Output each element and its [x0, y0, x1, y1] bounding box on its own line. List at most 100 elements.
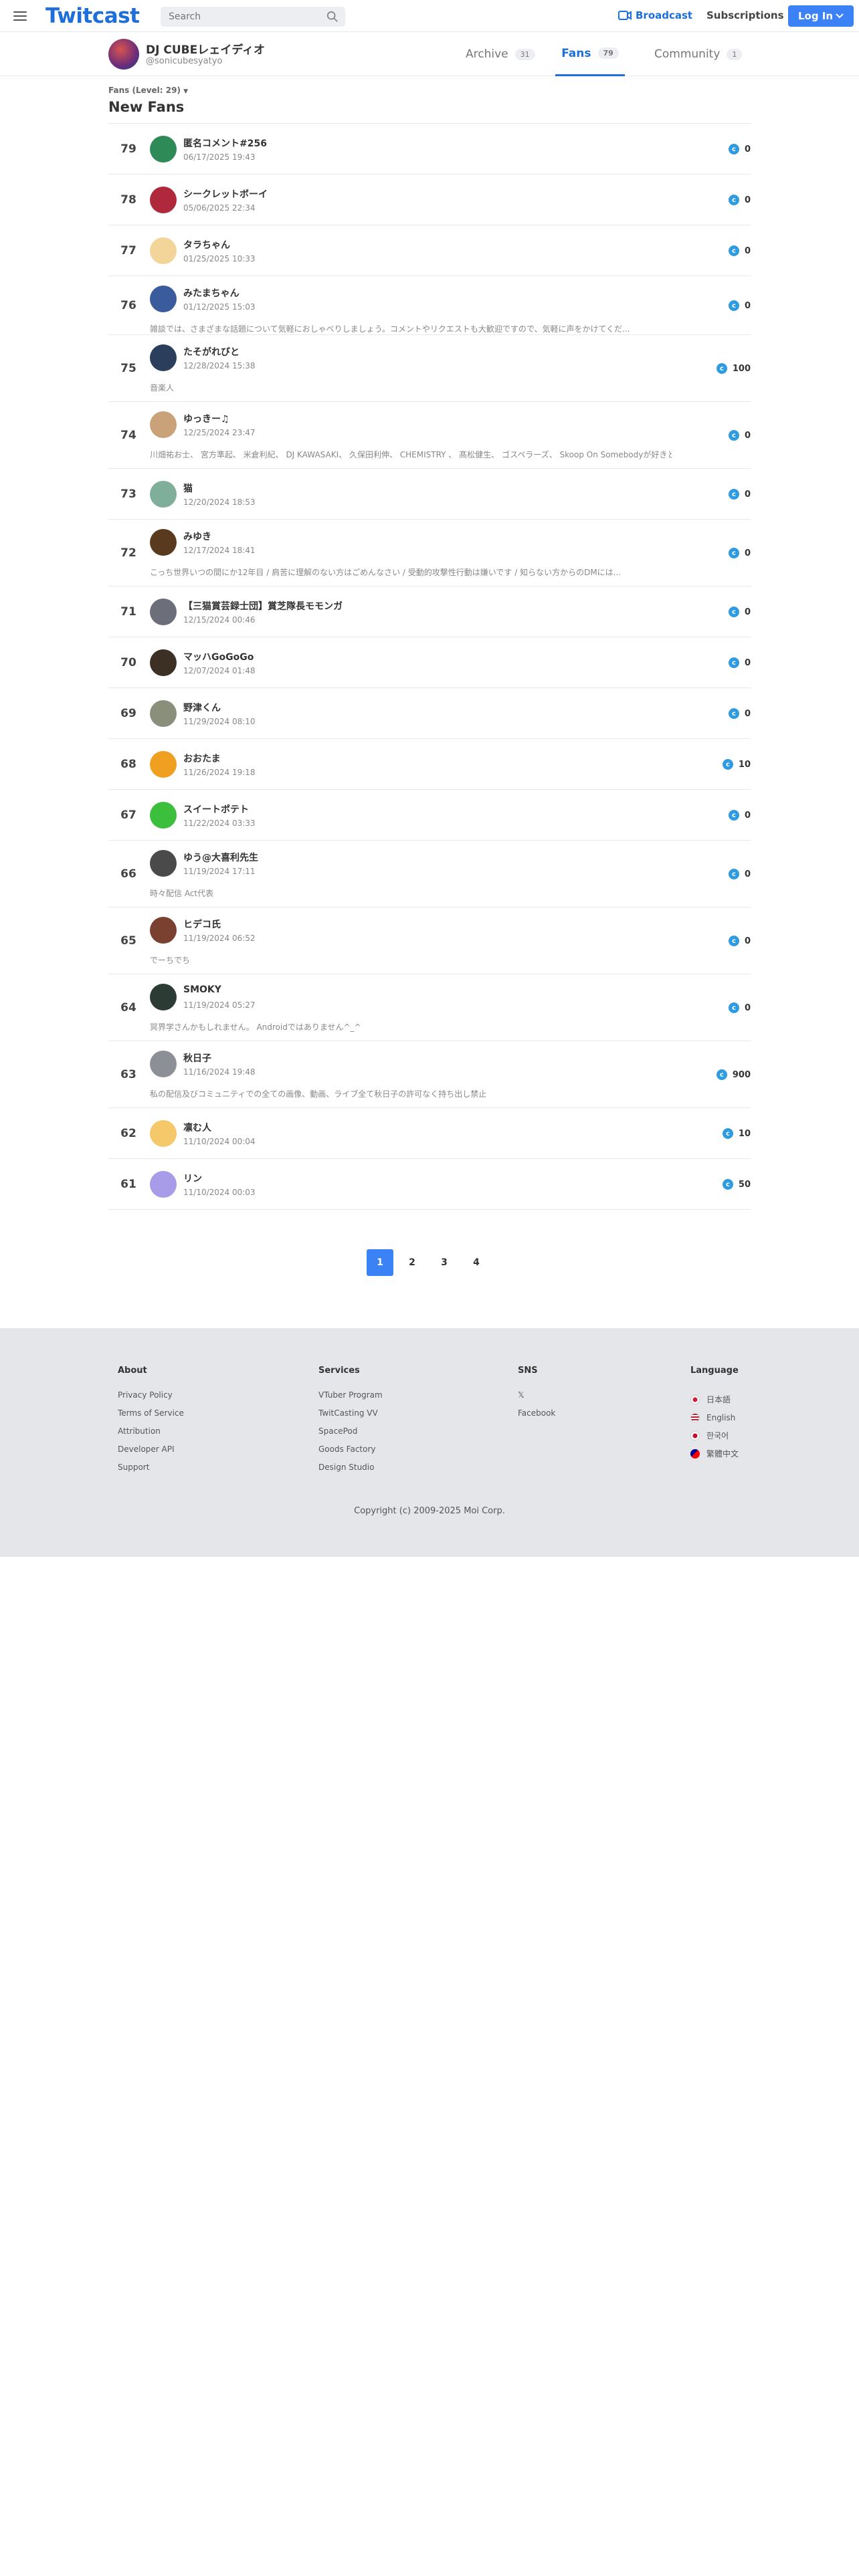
footer-link-vtuber[interactable]: VTuber Program: [318, 1390, 383, 1408]
fan-row[interactable]: 76 みたまちゃん 01/12/2025 15:03 雑談では、さまざまな話題について…: [108, 276, 751, 335]
fan-avatar[interactable]: [150, 850, 177, 877]
channel-avatar[interactable]: [108, 39, 139, 70]
fan-row[interactable]: 63 秋日子 11/16/2024 19:48 私の配信及びコミュニティでの全ての画像…: [108, 1041, 751, 1108]
footer-link-x[interactable]: 𝕏: [518, 1390, 555, 1408]
fan-avatar[interactable]: [150, 917, 177, 944]
page-2-button[interactable]: 2: [399, 1249, 425, 1276]
fan-row[interactable]: 70 マッハGoGoGo 12/07/2024 01:48 c 0: [108, 637, 751, 688]
fan-name[interactable]: たそがれびと: [183, 345, 240, 358]
fan-name[interactable]: ゆっきー♫: [183, 412, 229, 425]
fan-row[interactable]: 73 猫 12/20/2024 18:53 c 0: [108, 469, 751, 520]
language-english[interactable]: English: [690, 1408, 739, 1426]
footer-link-attribution[interactable]: Attribution: [118, 1426, 184, 1444]
fan-name[interactable]: 凛む人: [183, 1121, 211, 1134]
fan-avatar[interactable]: [150, 1171, 177, 1198]
fan-avatar[interactable]: [150, 136, 177, 163]
footer-link-terms[interactable]: Terms of Service: [118, 1408, 184, 1426]
fan-row[interactable]: 71 【三猫賞芸録士団】賞芝隊長モモンガ 12/15/2024 00:46 c 0: [108, 586, 751, 637]
fan-points: c 100: [716, 363, 751, 374]
fan-name[interactable]: シークレットボーイ: [183, 187, 268, 201]
footer-link-facebook[interactable]: Facebook: [518, 1408, 555, 1426]
fan-name[interactable]: 匿名コメント#256: [183, 136, 267, 150]
language-japanese[interactable]: 日本語: [690, 1390, 739, 1408]
tab-archive[interactable]: Archive 31: [466, 32, 535, 76]
fan-name[interactable]: リン: [183, 1172, 202, 1185]
fan-name[interactable]: みたまちゃん: [183, 286, 240, 300]
fan-name[interactable]: ヒデコ氏: [183, 918, 221, 931]
footer-link-spacepod[interactable]: SpacePod: [318, 1426, 383, 1444]
fan-row[interactable]: 74 ゆっきー♫ 12/25/2024 23:47 川畑祐お士、 宮方準起、 米倉利紀…: [108, 402, 751, 469]
fan-level-dropdown[interactable]: Fans (Level: 29) ▼: [108, 86, 188, 95]
page-3-button[interactable]: 3: [431, 1249, 458, 1276]
fan-name[interactable]: おおたま: [183, 752, 221, 765]
fan-name[interactable]: SMOKY: [183, 984, 221, 995]
coin-icon: c: [722, 1128, 733, 1139]
fan-avatar[interactable]: [150, 1120, 177, 1147]
fan-row[interactable]: 75 たそがれびと 12/28/2024 15:38 音楽人 c 100: [108, 335, 751, 402]
fan-name[interactable]: 秋日子: [183, 1051, 211, 1065]
fan-row[interactable]: 67 スイートポテト 11/22/2024 03:33 c 0: [108, 790, 751, 841]
fan-name[interactable]: みゆき: [183, 530, 211, 543]
fan-avatar[interactable]: [150, 529, 177, 556]
subscriptions-link[interactable]: Subscriptions: [706, 9, 784, 21]
fan-avatar[interactable]: [150, 649, 177, 676]
fan-avatar[interactable]: [150, 237, 177, 264]
fan-row[interactable]: 68 おおたま 11/26/2024 19:18 c 10: [108, 739, 751, 790]
fan-name[interactable]: 野津くん: [183, 701, 221, 714]
fan-avatar[interactable]: [150, 344, 177, 371]
fan-name[interactable]: 【三猫賞芸録士団】賞芝隊長モモンガ: [183, 599, 343, 613]
fan-name[interactable]: スイートポテト: [183, 802, 249, 816]
fan-avatar[interactable]: [150, 802, 177, 829]
fan-avatar[interactable]: [150, 481, 177, 508]
search-box[interactable]: [161, 7, 345, 27]
footer-link-design[interactable]: Design Studio: [318, 1463, 383, 1481]
hamburger-menu-icon[interactable]: [12, 9, 28, 23]
fan-row[interactable]: 77 タラちゃん 01/25/2025 10:33 c 0: [108, 225, 751, 276]
fan-avatar[interactable]: [150, 1051, 177, 1077]
fan-name[interactable]: ゆう@大喜利先生: [183, 851, 258, 864]
fan-points: c0: [728, 936, 751, 946]
fan-rank: 62: [120, 1127, 136, 1140]
fan-row[interactable]: 64 SMOKY 11/19/2024 05:27 冥界学さんかもしれません。 And…: [108, 974, 751, 1041]
fan-avatar[interactable]: [150, 286, 177, 312]
fan-avatar[interactable]: [150, 411, 177, 438]
fan-date: 12/20/2024 18:53: [183, 498, 256, 507]
fan-row[interactable]: 66 ゆう@大喜利先生 11/19/2024 17:11 時々配信 Act代表 c 0: [108, 841, 751, 907]
fan-avatar[interactable]: [150, 187, 177, 213]
page-1-button[interactable]: 1: [367, 1249, 393, 1276]
page-title: New Fans: [108, 99, 185, 115]
page-4-button[interactable]: 4: [463, 1249, 490, 1276]
fan-name[interactable]: タラちゃん: [183, 238, 230, 251]
footer-link-developer-api[interactable]: Developer API: [118, 1444, 184, 1463]
fan-row[interactable]: 69 野津くん 11/29/2024 08:10 c 0: [108, 688, 751, 739]
fan-avatar[interactable]: [150, 751, 177, 778]
tab-community[interactable]: Community 1: [654, 32, 743, 76]
profile-bar: DJ CUBEレェイディオ @sonicubesyatyo Archive 31…: [0, 32, 859, 76]
broadcast-button[interactable]: Broadcast: [618, 9, 692, 21]
tab-fans[interactable]: Fans 79: [555, 32, 625, 76]
search-input[interactable]: [161, 7, 314, 27]
fan-row[interactable]: 78 シークレットボーイ 05/06/2025 22:34 c 0: [108, 175, 751, 225]
fan-points: c0: [728, 607, 751, 617]
footer-link-vv[interactable]: TwitCasting VV: [318, 1408, 383, 1426]
fan-row[interactable]: 62 凛む人 11/10/2024 00:04 c 10: [108, 1108, 751, 1159]
fan-row[interactable]: 72 みゆき 12/17/2024 18:41 こっち世界いつの間にか12年目 / 肩…: [108, 520, 751, 586]
fan-row[interactable]: 79 匿名コメント#256 06/17/2025 19:43 c 0: [108, 124, 751, 175]
twitcast-logo[interactable]: Twitcast: [45, 4, 140, 28]
fan-row[interactable]: 61 リン 11/10/2024 00:03 c 50: [108, 1159, 751, 1210]
fan-row[interactable]: 65 ヒデコ氏 11/19/2024 06:52 でーちでち c 0: [108, 907, 751, 974]
fan-avatar[interactable]: [150, 700, 177, 727]
footer-link-support[interactable]: Support: [118, 1463, 184, 1481]
footer-link-goods[interactable]: Goods Factory: [318, 1444, 383, 1463]
fan-name[interactable]: マッハGoGoGo: [183, 650, 254, 663]
language-korean[interactable]: 한국어: [690, 1426, 739, 1444]
fan-points-value: 0: [744, 195, 751, 205]
language-traditional-chinese[interactable]: 繁體中文: [690, 1444, 739, 1463]
login-button[interactable]: Log In: [788, 5, 854, 27]
footer-link-privacy[interactable]: Privacy Policy: [118, 1390, 184, 1408]
search-icon[interactable]: [326, 11, 339, 23]
channel-name[interactable]: DJ CUBEレェイディオ: [146, 40, 265, 57]
fan-name[interactable]: 猫: [183, 481, 193, 495]
fan-avatar[interactable]: [150, 599, 177, 625]
fan-avatar[interactable]: [150, 984, 177, 1010]
